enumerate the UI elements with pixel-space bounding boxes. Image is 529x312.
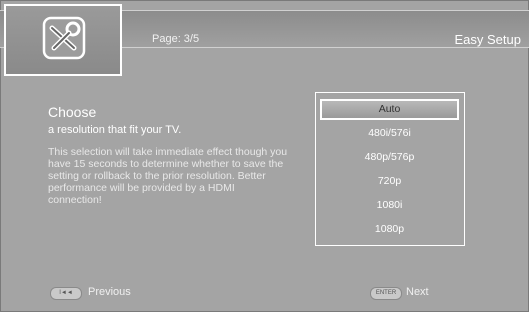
next-label[interactable]: Next [406, 286, 429, 298]
wrench-screwdriver-icon [42, 16, 86, 60]
option-1080p[interactable]: 1080p [316, 219, 463, 240]
option-auto[interactable]: Auto [320, 99, 459, 120]
enter-key-icon[interactable]: ENTER [370, 287, 402, 300]
choose-subheading: a resolution that fit your TV. [48, 124, 182, 136]
setup-icon-box [4, 4, 122, 76]
previous-label[interactable]: Previous [88, 286, 131, 298]
choose-heading: Choose [48, 104, 97, 120]
page-title: Easy Setup [454, 32, 522, 47]
option-1080i[interactable]: 1080i [316, 195, 463, 216]
resolution-list: Auto 480i/576i 480p/576p 720p 1080i 1080… [315, 92, 465, 246]
previous-key-icon[interactable]: I◄◄ [50, 287, 82, 300]
description-text: This selection will take immediate effec… [48, 146, 288, 206]
page-indicator: Page: 3/5 [152, 33, 200, 45]
option-480i[interactable]: 480i/576i [316, 123, 463, 144]
option-480p[interactable]: 480p/576p [316, 147, 463, 168]
option-720p[interactable]: 720p [316, 171, 463, 192]
